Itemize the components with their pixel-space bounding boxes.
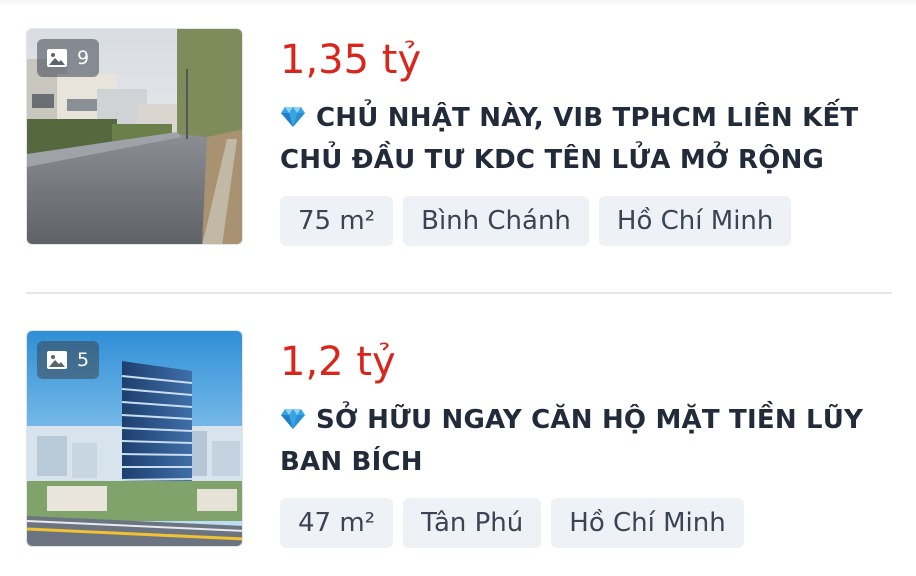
- listing-price: 1,35 tỷ: [280, 37, 422, 83]
- listing-price: 1,2 tỷ: [280, 339, 396, 385]
- listing-thumbnail[interactable]: 5: [26, 330, 243, 547]
- listing-title[interactable]: CHỦ NHẬT NÀY, VIB TPHCM LIÊN KẾT CHỦ ĐẦU…: [280, 97, 890, 181]
- city-tag[interactable]: Hồ Chí Minh: [598, 196, 792, 246]
- listing-title[interactable]: SỞ HỮU NGAY CĂN HỘ MẶT TIỀN LŨY BAN BÍCH: [280, 399, 890, 483]
- photo-count-badge: 9: [37, 39, 99, 77]
- district-tag[interactable]: Tân Phú: [403, 498, 542, 548]
- listing-title-text: CHỦ NHẬT NÀY, VIB TPHCM LIÊN KẾT CHỦ ĐẦU…: [280, 103, 859, 175]
- divider: [26, 292, 892, 294]
- image-icon: [47, 49, 67, 67]
- district-tag[interactable]: Bình Chánh: [403, 196, 589, 246]
- listing-title-text: SỞ HỮU NGAY CĂN HỘ MẶT TIỀN LŨY BAN BÍCH: [280, 405, 864, 477]
- top-edge: [0, 0, 916, 6]
- photo-count-badge: 5: [37, 341, 99, 379]
- listing-tags: 75 m² Bình Chánh Hồ Chí Minh: [280, 196, 792, 246]
- diamond-icon: [281, 107, 305, 127]
- listing-feed: 9 1,35 tỷ CHỦ NHẬT NÀY, VIB TPHCM LIÊN K…: [0, 0, 916, 576]
- city-tag[interactable]: Hồ Chí Minh: [551, 498, 744, 548]
- photo-count: 9: [77, 47, 90, 69]
- area-tag: 47 m²: [280, 498, 394, 548]
- listing-thumbnail[interactable]: 9: [26, 28, 243, 245]
- listing-tags: 47 m² Tân Phú Hồ Chí Minh: [280, 498, 744, 548]
- area-tag: 75 m²: [280, 196, 394, 246]
- listing-info: 1,35 tỷ CHỦ NHẬT NÀY, VIB TPHCM LIÊN KẾT…: [280, 28, 890, 246]
- listing-info: 1,2 tỷ SỞ HỮU NGAY CĂN HỘ MẶT TIỀN LŨY B…: [280, 330, 890, 548]
- listing-card[interactable]: 5 1,2 tỷ SỞ HỮU NGAY CĂN HỘ MẶT TIỀN LŨY…: [26, 330, 892, 548]
- listing-card[interactable]: 9 1,35 tỷ CHỦ NHẬT NÀY, VIB TPHCM LIÊN K…: [26, 28, 892, 246]
- image-icon: [47, 351, 67, 369]
- diamond-icon: [281, 409, 305, 429]
- photo-count: 5: [77, 349, 90, 371]
